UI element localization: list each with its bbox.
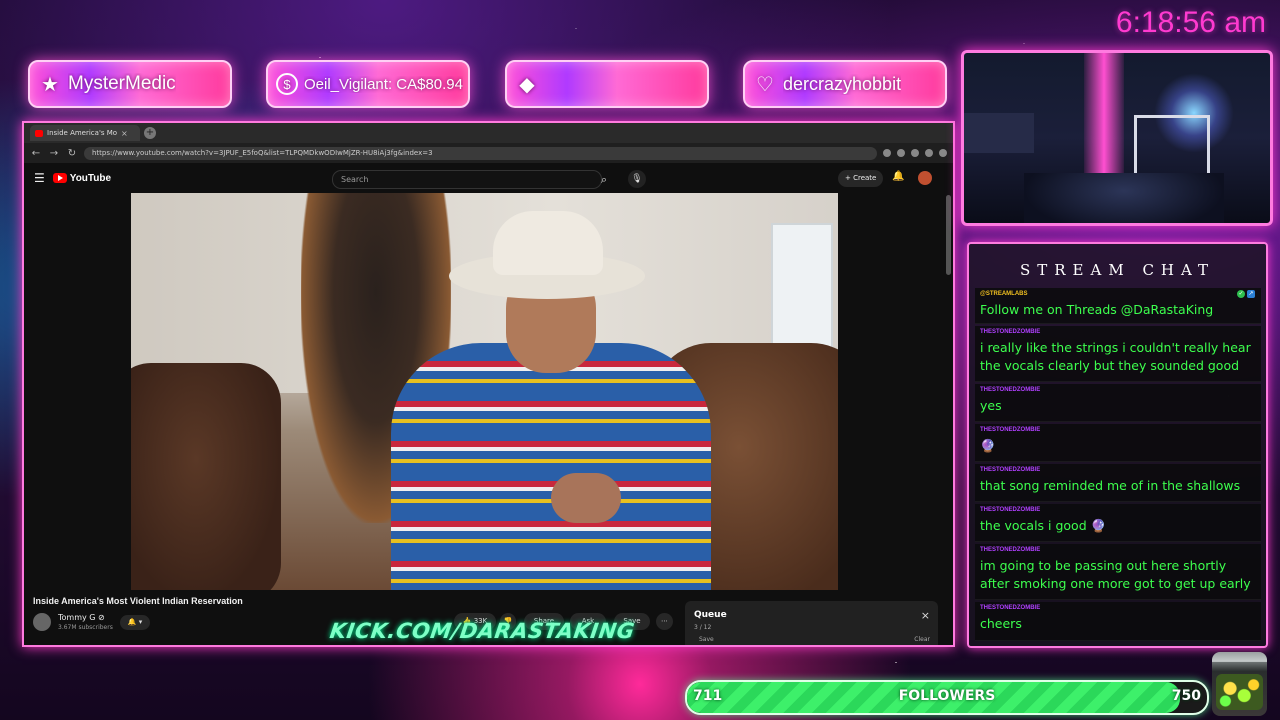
followers-label: FOLLOWERS <box>898 688 996 704</box>
chat-text: the vocals i good 🔮 <box>980 518 1107 533</box>
chat-username: THESTONEDZOMBIE <box>980 507 1041 513</box>
search-icon[interactable]: ⌕ <box>592 170 616 189</box>
chat-username: @STREAMLABS <box>980 291 1028 297</box>
forward-icon[interactable]: → <box>48 148 60 159</box>
stream-clock: 6:18:56 am <box>1115 6 1266 39</box>
video-frame-person <box>391 343 711 590</box>
chat-text: Follow me on Threads @DaRastaKing <box>980 302 1214 317</box>
tip-jar-coins <box>1216 674 1263 710</box>
chat-message: THESTONEDZOMBIE cheers <box>975 602 1261 641</box>
video-title: Inside America's Most Violent Indian Res… <box>33 596 243 606</box>
bot-badge-icon: ↗ <box>1247 290 1255 298</box>
chat-text: yes <box>980 398 1002 413</box>
alert-label: MysterMedic <box>68 73 176 94</box>
chat-text: cheers <box>980 616 1022 631</box>
back-icon[interactable]: ← <box>30 148 42 159</box>
create-button[interactable]: + Create <box>838 170 884 187</box>
video-frame-hat <box>493 211 603 275</box>
kick-channel-url: KICK.COM/DARASTAKING <box>328 619 637 643</box>
youtube-header: ☰ YouTube Search ⌕ 🎙 + Create 🔔 <box>24 163 953 193</box>
profile-icon[interactable] <box>939 149 947 157</box>
channel-subscribers: 3.67M subscribers <box>58 624 113 631</box>
webcam-shelf <box>1134 115 1210 181</box>
chat-text: that song reminded me of in the shallows <box>980 478 1241 493</box>
webcam-neon-light <box>1084 53 1124 193</box>
alert-latest-sub: ◆ <box>505 60 709 108</box>
address-bar-row: ← → ↻ https://www.youtube.com/watch?v=3J… <box>24 143 953 163</box>
chat-username: THESTONEDZOMBIE <box>980 467 1041 473</box>
alert-latest-follower: ★ MysterMedic <box>28 60 232 108</box>
webcam-floor <box>1024 173 1224 223</box>
tip-jar-icon <box>1212 652 1267 716</box>
chat-text: i really like the strings i couldn't rea… <box>980 340 1251 373</box>
page-scrollbar[interactable] <box>946 195 951 275</box>
logo-text: YouTube <box>69 172 112 184</box>
browser-tab[interactable]: Inside America's Most Viol × <box>30 125 140 141</box>
tab-close-icon[interactable]: × <box>121 129 128 138</box>
alert-latest-heart: ♡ dercrazyhobbit <box>743 60 947 108</box>
followers-goal: 750 <box>1171 688 1201 704</box>
chat-text: 🔮 <box>980 438 996 453</box>
video-frame-hand <box>551 473 621 523</box>
hamburger-menu-icon[interactable]: ☰ <box>34 171 45 185</box>
dollar-icon: $ <box>276 73 298 95</box>
extension-icon[interactable] <box>883 149 891 157</box>
tab-strip: Inside America's Most Viol × + <box>24 123 953 143</box>
diamond-icon: ◆ <box>519 73 535 96</box>
followers-goal-bar: 711 FOLLOWERS 750 <box>685 680 1209 715</box>
heart-icon: ♡ <box>756 73 774 96</box>
youtube-play-icon <box>52 173 67 183</box>
video-frame-window <box>771 223 833 357</box>
alert-label: dercrazyhobbit <box>783 73 902 94</box>
notifications-bell-icon[interactable]: 🔔 <box>892 171 904 182</box>
video-player[interactable] <box>131 193 838 590</box>
webcam-desk <box>964 113 1034 153</box>
channel-name[interactable]: Tommy G ⊘ <box>58 613 105 622</box>
account-avatar[interactable] <box>918 171 932 185</box>
chat-username: THESTONEDZOMBIE <box>980 605 1041 611</box>
chat-message: @STREAMLABS ✓ ↗ Follow me on Threads @Da… <box>975 288 1261 324</box>
chat-message: THESTONEDZOMBIE that song reminded me of… <box>975 464 1261 502</box>
youtube-favicon-icon <box>35 129 43 137</box>
subscribe-bell-button[interactable]: 🔔 ▾ <box>120 615 150 630</box>
star-icon: ★ <box>41 73 59 96</box>
search-input[interactable]: Search <box>332 170 602 189</box>
chat-text: im going to be passing out here shortly … <box>980 558 1251 591</box>
chat-username: THESTONEDZOMBIE <box>980 329 1041 335</box>
chat-username: THESTONEDZOMBIE <box>980 427 1041 433</box>
chat-message: THESTONEDZOMBIE i really like the string… <box>975 326 1261 382</box>
verified-badge-icon: ✓ <box>1237 290 1245 298</box>
chat-message: THESTONEDZOMBIE im going to be passing o… <box>975 544 1261 600</box>
youtube-logo[interactable]: YouTube <box>52 172 112 184</box>
queue-save-button[interactable]: Save <box>699 636 714 643</box>
new-tab-icon[interactable]: + <box>144 127 156 139</box>
chat-username: THESTONEDZOMBIE <box>980 547 1041 553</box>
browser-window: Inside America's Most Viol × + ← → ↻ htt… <box>22 121 955 647</box>
queue-panel: Queue 3 / 12 Save Clear × <box>685 601 938 645</box>
extension-icon[interactable] <box>925 149 933 157</box>
alert-label: Oeil_Vigilant: CA$80.94 <box>304 75 463 93</box>
stream-chat-panel: STREAM CHAT @STREAMLABS ✓ ↗ Follow me on… <box>967 242 1268 648</box>
queue-clear-button[interactable]: Clear <box>914 636 930 643</box>
video-frame-couch <box>131 363 281 590</box>
url-input[interactable]: https://www.youtube.com/watch?v=3JPUF_E5… <box>84 146 877 160</box>
queue-title: Queue <box>694 610 727 620</box>
reload-icon[interactable]: ↻ <box>66 148 78 159</box>
chat-message: THESTONEDZOMBIE 🔮 <box>975 424 1261 462</box>
tab-title: Inside America's Most Viol <box>47 129 117 137</box>
extension-icon[interactable] <box>897 149 905 157</box>
more-actions-button[interactable]: ⋯ <box>656 613 673 630</box>
chat-message: THESTONEDZOMBIE yes <box>975 384 1261 422</box>
chat-username: THESTONEDZOMBIE <box>980 387 1041 393</box>
chat-badges: ✓ ↗ <box>1237 290 1255 298</box>
microphone-icon[interactable]: 🎙 <box>628 170 646 188</box>
extension-icon[interactable] <box>911 149 919 157</box>
queue-count: 3 / 12 <box>694 624 712 631</box>
webcam-feed <box>961 50 1273 226</box>
chat-message: THESTONEDZOMBIE the vocals i good 🔮 <box>975 504 1261 542</box>
queue-close-icon[interactable]: × <box>921 609 930 622</box>
alert-latest-donation: $ Oeil_Vigilant: CA$80.94 <box>266 60 470 108</box>
chat-title: STREAM CHAT <box>1019 261 1216 279</box>
channel-avatar[interactable] <box>33 613 51 631</box>
